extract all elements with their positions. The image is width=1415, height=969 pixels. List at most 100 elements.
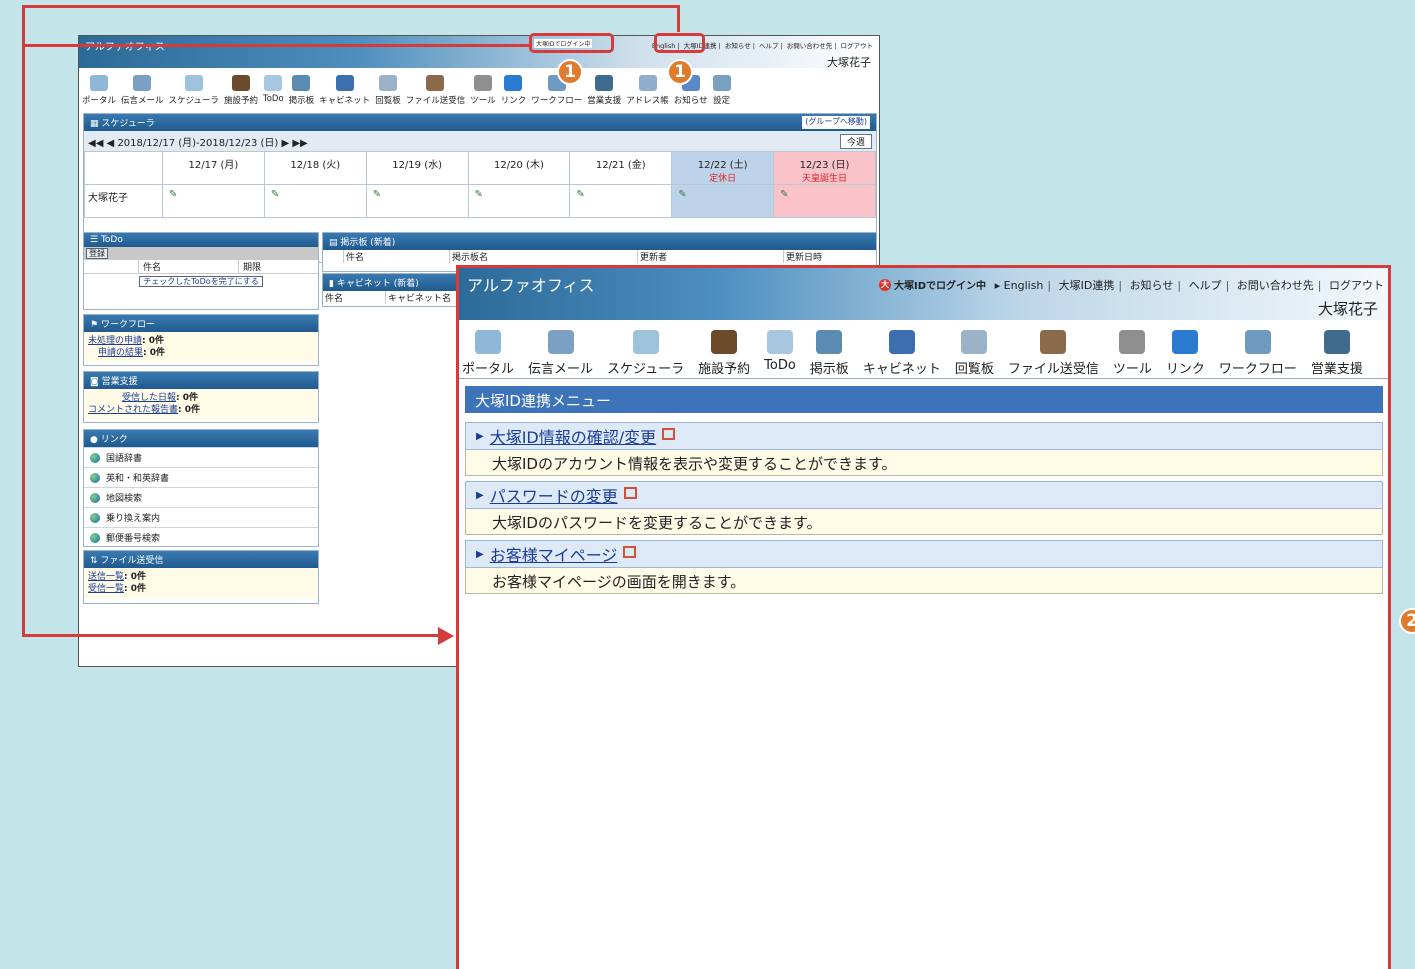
toolbar-item[interactable]: ポータル xyxy=(462,324,514,378)
arrow-head-icon xyxy=(438,627,454,645)
toolbar-item[interactable]: 回覧板 xyxy=(375,72,401,110)
toolbar-item[interactable]: 設定 xyxy=(712,72,731,110)
toolbar-item[interactable]: ポータル xyxy=(82,72,116,110)
front-window: アルファオフィス 大大塚IDでログイン中 ▸ English | 大塚ID連携 | … xyxy=(456,265,1391,969)
toolbar-icon xyxy=(1040,330,1067,354)
toolbar-item[interactable]: 営業支援 xyxy=(1311,324,1363,378)
toolbar-item[interactable]: スケジューラ xyxy=(607,324,684,378)
annotation-line xyxy=(677,5,680,32)
password-change-link[interactable]: パスワードの変更 xyxy=(490,483,618,507)
toolbar-item[interactable]: リンク xyxy=(1166,324,1205,378)
todo-register-button[interactable]: 登録 xyxy=(86,248,108,259)
group-move-select[interactable]: (グループへ移動) xyxy=(802,116,870,129)
toolbar-label: ToDo xyxy=(262,94,284,104)
toolbar-item[interactable]: リンク xyxy=(501,72,526,110)
toolbar-item[interactable]: アドレス帳 xyxy=(626,72,669,110)
toolbar-item[interactable]: 回覧板 xyxy=(955,324,994,378)
pen-icon[interactable]: ✎ xyxy=(671,184,775,218)
toolbar-label: ポータル xyxy=(82,96,117,106)
globe-icon xyxy=(90,492,100,503)
toolbar-item[interactable]: 施設予約 xyxy=(698,324,750,378)
toolbar-label: お知らせ xyxy=(673,96,708,106)
sales-link[interactable]: コメントされた報告書 xyxy=(88,405,178,415)
toolbar-item[interactable]: ToDo xyxy=(263,72,284,110)
toolbar-label: キャビネット xyxy=(319,96,371,106)
toolbar-icon xyxy=(504,75,523,91)
toolbar-item[interactable]: ツール xyxy=(1113,324,1152,378)
link-item[interactable]: 地図検索 xyxy=(84,487,318,507)
bbs-title: ▤ 掲示板 (新着) xyxy=(323,233,876,250)
toolbar-icon xyxy=(426,75,445,91)
toolbar-icon xyxy=(816,330,843,354)
link-item[interactable]: 国語辞書 xyxy=(84,447,318,467)
pen-icon[interactable]: ✎ xyxy=(773,184,876,218)
workflow-panel: ⚑ ワークフロー 未処理の申請: 0件 申請の結果: 0件 xyxy=(83,314,319,366)
day-header-sun: 12/23 (日) 天皇誕生日 xyxy=(773,151,876,185)
toolbar-icon xyxy=(547,330,574,354)
toolbar-item[interactable]: ファイル送受信 xyxy=(1008,324,1099,378)
pen-icon[interactable]: ✎ xyxy=(569,184,673,218)
front-header: アルファオフィス 大大塚IDでログイン中 ▸ English | 大塚ID連携 | … xyxy=(459,268,1388,320)
back-toolbar: ポータル 伝言メール スケジューラ 施設予約 ToDo 掲示板 キャビネット 回覧板 ファイル送… xyxy=(79,72,879,110)
bbs-col: 更新者 xyxy=(637,250,783,263)
pen-icon[interactable]: ✎ xyxy=(467,184,571,218)
front-link-otsuka-id[interactable]: 大塚ID連携 xyxy=(1059,279,1115,292)
otsuka-id-menu-title: 大塚ID連携メニュー xyxy=(465,386,1383,413)
customer-mypage-link[interactable]: お客様マイページ xyxy=(490,542,618,566)
toolbar-item[interactable]: ワークフロー xyxy=(1219,324,1297,378)
toolbar-icon xyxy=(632,330,659,354)
cabinet-col: 件名 xyxy=(325,294,344,304)
workflow-count: : 0件 xyxy=(143,348,166,358)
toolbar-item[interactable]: ファイル送受信 xyxy=(406,72,465,110)
front-login-badge: 大大塚IDでログイン中 xyxy=(879,278,987,292)
back-link-news[interactable]: お知らせ xyxy=(725,42,751,50)
back-user-name: 大塚花子 xyxy=(827,56,871,69)
back-link-logout[interactable]: ログアウト xyxy=(841,42,874,50)
workflow-count: : 0件 xyxy=(142,336,165,346)
date-range-nav[interactable]: ◀◀ ◀ 2018/12/17 (月)-2018/12/23 (日) ▶ ▶▶ xyxy=(88,134,308,149)
toolbar-item[interactable]: ToDo xyxy=(764,324,796,378)
front-link-help[interactable]: ヘルプ xyxy=(1189,279,1222,292)
front-link-news[interactable]: お知らせ xyxy=(1130,279,1174,292)
front-link-logout[interactable]: ログアウト xyxy=(1329,279,1384,292)
workflow-link[interactable]: 未処理の申請 xyxy=(88,336,142,346)
account-info-link[interactable]: 大塚ID情報の確認/変更 xyxy=(490,424,656,448)
toolbar-item[interactable]: 掲示板 xyxy=(810,324,849,378)
menu-item-mypage: ▶ お客様マイページ お客様マイページの画面を開きます。 xyxy=(465,540,1383,594)
toolbar-item[interactable]: 伝言メール xyxy=(121,72,164,110)
link-item[interactable]: 乗り換え案内 xyxy=(84,507,318,527)
todo-complete-button[interactable]: チェックしたToDoを完了にする xyxy=(139,276,263,287)
menu-item-account: ▶ 大塚ID情報の確認/変更 大塚IDのアカウント情報を表示や変更することができま… xyxy=(465,422,1383,476)
toolbar-icon xyxy=(712,75,731,91)
new-window-icon xyxy=(623,487,637,499)
toolbar-item[interactable]: 営業支援 xyxy=(587,72,621,110)
sales-link[interactable]: 受信した日報 xyxy=(122,393,176,403)
pen-icon[interactable]: ✎ xyxy=(162,184,265,218)
toolbar-item[interactable]: 施設予約 xyxy=(224,72,258,110)
toolbar-item[interactable]: キャビネット xyxy=(863,324,941,378)
toolbar-icon xyxy=(184,75,203,91)
toolbar-icon xyxy=(90,75,108,91)
filetransfer-link[interactable]: 送信一覧 xyxy=(88,572,124,582)
toolbar-item[interactable]: 掲示板 xyxy=(289,72,314,110)
filetransfer-link[interactable]: 受信一覧 xyxy=(88,584,124,594)
toolbar-item[interactable]: 伝言メール xyxy=(528,324,593,378)
sales-count: : 0件 xyxy=(176,393,199,403)
toolbar-item[interactable]: キャビネット xyxy=(319,72,370,110)
link-item[interactable]: 郵便番号検索 xyxy=(84,527,318,547)
front-link-english[interactable]: English xyxy=(1004,279,1044,292)
pen-icon[interactable]: ✎ xyxy=(263,184,367,218)
toolbar-item[interactable]: ツール xyxy=(470,72,496,110)
marker-1: 1 xyxy=(667,59,693,85)
annotation-line xyxy=(22,5,25,637)
workflow-link[interactable]: 申請の結果 xyxy=(98,348,143,358)
back-link-help[interactable]: ヘルプ xyxy=(759,42,779,50)
toolbar-label: ツール xyxy=(1112,362,1152,377)
back-link-contact[interactable]: お問い合わせ先 xyxy=(787,42,833,50)
toolbar-item[interactable]: スケジューラ xyxy=(169,72,219,110)
this-week-button[interactable]: 今週 xyxy=(839,133,872,149)
front-link-contact[interactable]: お問い合わせ先 xyxy=(1237,279,1314,292)
link-item[interactable]: 英和・和英辞書 xyxy=(84,467,318,487)
toolbar-label: 営業支援 xyxy=(587,96,622,106)
pen-icon[interactable]: ✎ xyxy=(365,184,469,218)
